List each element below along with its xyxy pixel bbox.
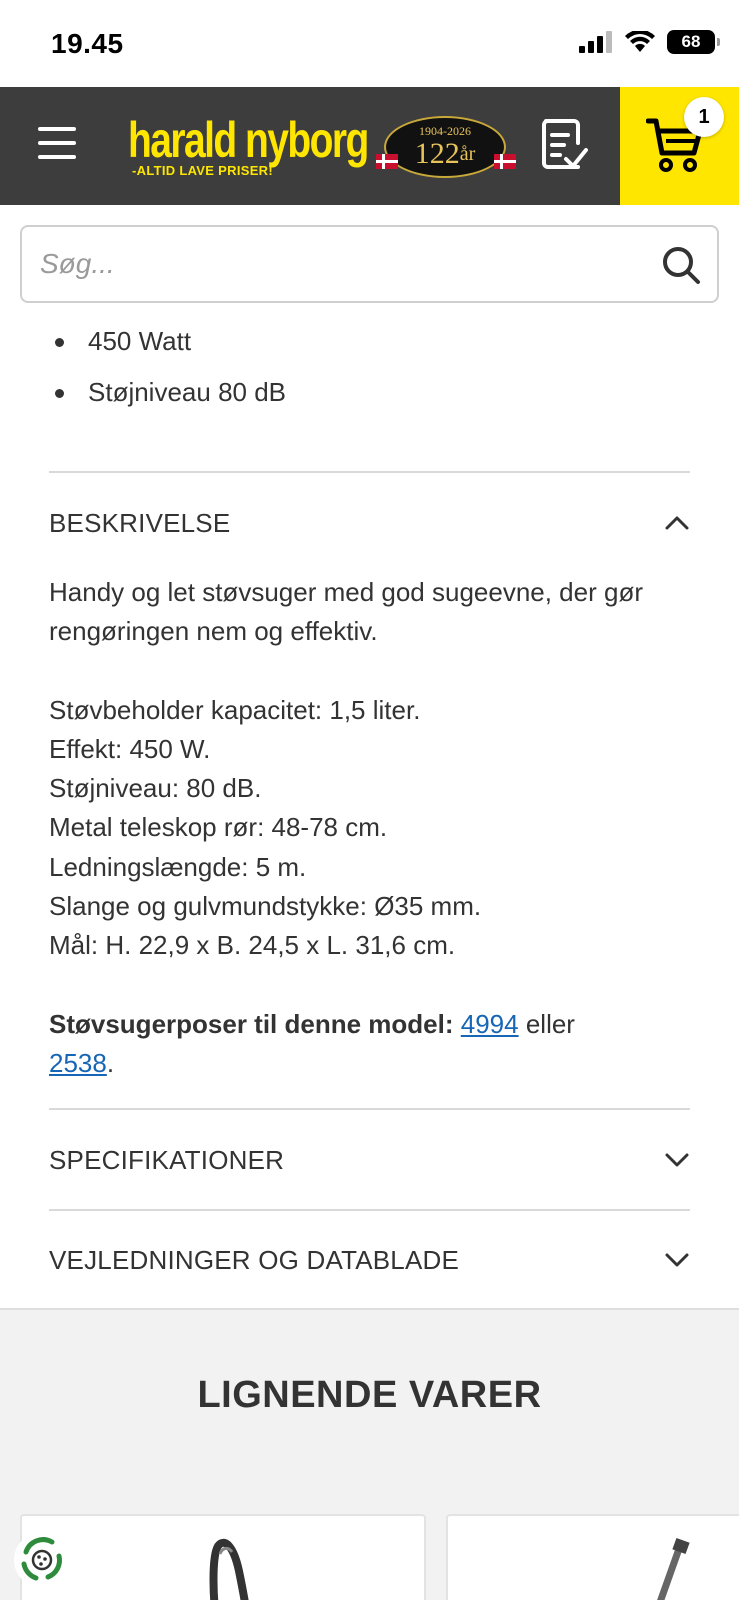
anniversary-number: 122	[414, 137, 460, 170]
cart-count-badge: 1	[684, 97, 724, 137]
description-intro: Handy og let støvsuger med god sugeevne,…	[49, 577, 643, 647]
spec-line: Ledningslængde: 5 m.	[49, 851, 307, 882]
site-header: harald nyborg -ALTID LAVE PRISER! 1904-2…	[0, 87, 739, 205]
accordion-description-header[interactable]: BESKRIVELSE	[49, 493, 690, 553]
divider	[49, 471, 690, 473]
spec-line: Støjniveau: 80 dB.	[49, 773, 262, 804]
battery-icon: 68	[667, 30, 720, 54]
menu-button[interactable]	[38, 127, 76, 159]
status-icons: 68	[579, 30, 720, 54]
checklist-icon	[542, 119, 588, 169]
wifi-icon	[625, 31, 655, 52]
spec-line: Effekt: 450 W.	[49, 733, 211, 764]
anniversary-number-wrap: 122år	[386, 139, 504, 169]
description-body: Handy og let støvsuger med god sugeevne,…	[49, 573, 699, 1083]
bags-label: Støvsugerposer til denne model:	[49, 1008, 454, 1039]
chevron-down-icon	[665, 1153, 689, 1167]
cookie-settings-icon[interactable]	[12, 1530, 72, 1590]
menu-line	[38, 141, 76, 145]
product-image	[209, 1538, 249, 1600]
logo[interactable]: harald nyborg -ALTID LAVE PRISER! 1904-2…	[128, 109, 518, 183]
accordion-guides-header[interactable]: VEJLEDNINGER OG DATABLADE	[49, 1230, 690, 1290]
status-time: 19.45	[51, 28, 124, 59]
search-box	[20, 225, 719, 303]
chevron-down-icon	[665, 1253, 689, 1267]
bag-link-2538[interactable]: 2538	[49, 1048, 107, 1078]
product-card[interactable]	[446, 1514, 739, 1600]
spec-line: Støvbeholder kapacitet: 1,5 liter.	[49, 694, 421, 725]
menu-line	[38, 127, 76, 131]
feature-item: 450 Watt	[48, 316, 688, 367]
spec-line: Metal teleskop rør: 48-78 cm.	[49, 812, 388, 843]
accordion-specifications-header[interactable]: SPECIFIKATIONER	[49, 1130, 690, 1190]
menu-line	[38, 155, 76, 159]
spec-line: Mål: H. 22,9 x B. 24,5 x L. 31,6 cm.	[49, 930, 456, 961]
bags-or: eller	[525, 1008, 575, 1039]
logo-tagline: -ALTID LAVE PRISER!	[132, 163, 273, 178]
danish-flag-icon	[376, 154, 398, 169]
status-bar: 19.45 68	[0, 0, 739, 87]
feature-list: 450 Watt Støjniveau 80 dB	[48, 316, 688, 418]
signal-icon	[579, 31, 612, 53]
shopping-list-button[interactable]	[540, 117, 590, 173]
logo-text: harald nyborg	[128, 112, 369, 168]
search-input[interactable]	[40, 243, 620, 285]
anniversary-suffix: år	[459, 143, 476, 165]
bags-paragraph: Støvsugerposer til denne model: 4994 ell…	[49, 1005, 699, 1084]
anniversary-badge: 1904-2026 122år	[376, 116, 516, 178]
accordion-description-title: BESKRIVELSE	[49, 507, 231, 538]
accordion-guides-title: VEJLEDNINGER OG DATABLADE	[49, 1244, 460, 1275]
feature-item: Støjniveau 80 dB	[48, 367, 688, 418]
accordion-specifications-title: SPECIFIKATIONER	[49, 1144, 285, 1175]
bags-end: .	[106, 1047, 115, 1078]
danish-flag-icon	[494, 154, 516, 169]
product-image	[657, 1537, 690, 1600]
product-card[interactable]	[20, 1514, 426, 1600]
bag-link-4994[interactable]: 4994	[461, 1009, 519, 1039]
divider	[49, 1108, 690, 1110]
spec-line: Slange og gulvmundstykke: Ø35 mm.	[49, 891, 482, 922]
divider	[49, 1209, 690, 1211]
chevron-up-icon	[665, 516, 689, 530]
similar-products-section: LIGNENDE VARER	[0, 1308, 739, 1600]
cart-button[interactable]: 1	[620, 87, 739, 205]
similar-products-title: LIGNENDE VARER	[197, 1374, 542, 1416]
search-icon[interactable]	[661, 245, 701, 285]
